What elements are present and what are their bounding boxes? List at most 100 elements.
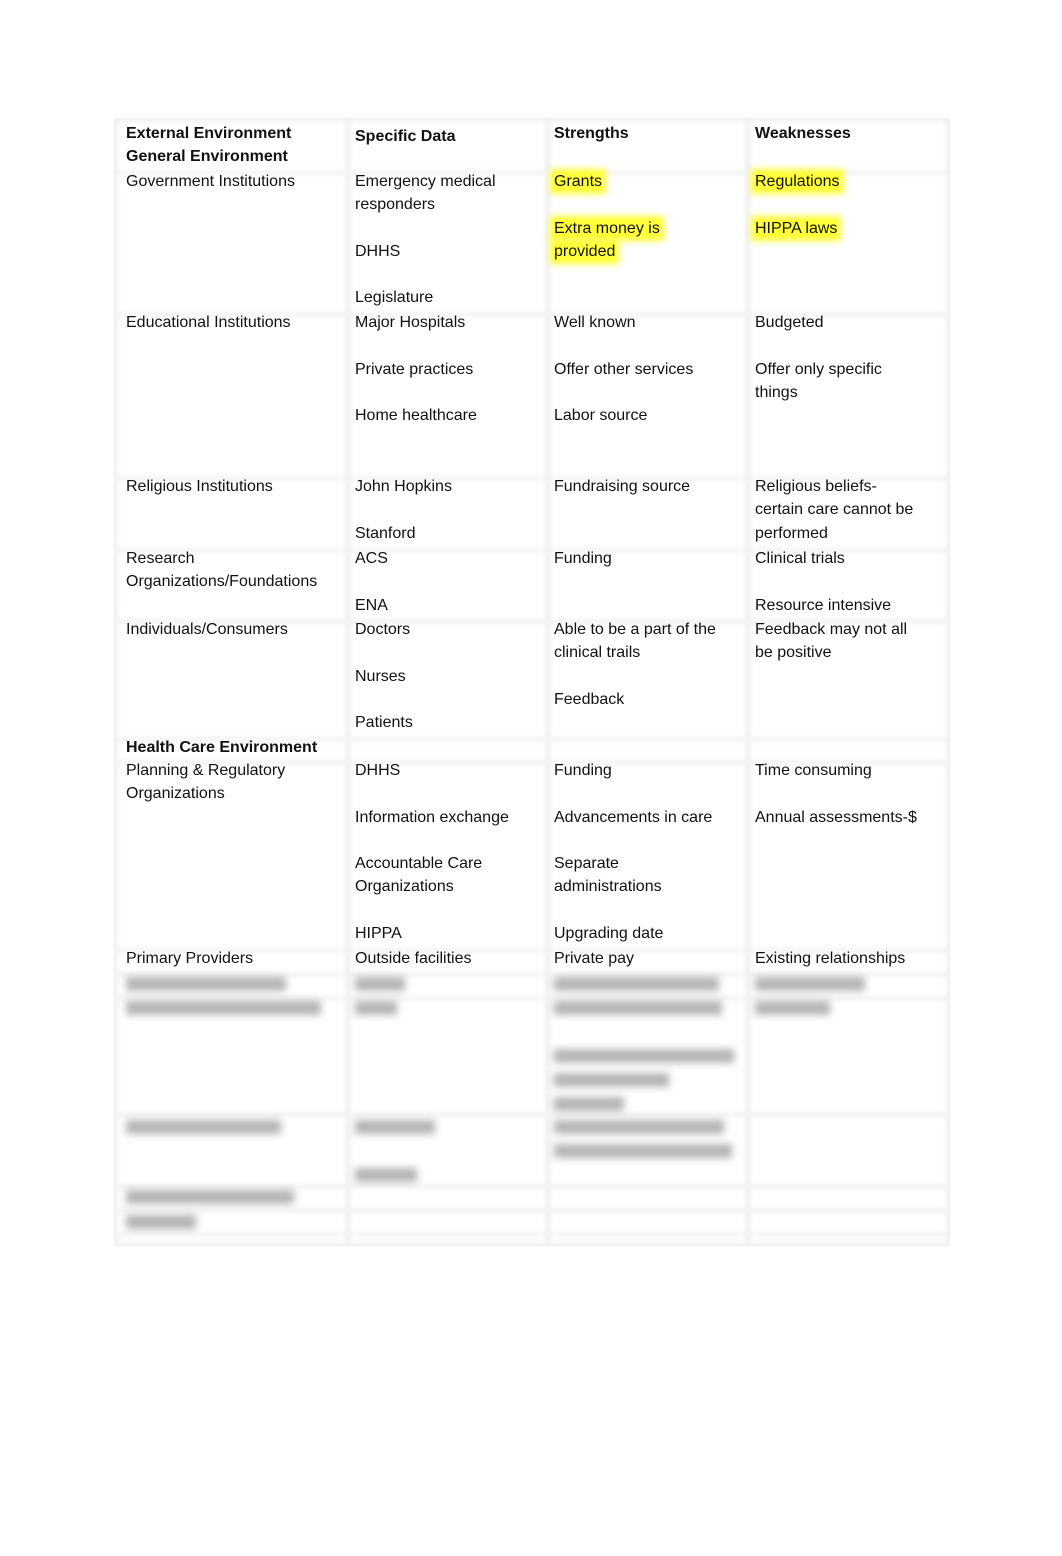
blurred-text <box>126 1190 294 1204</box>
cell-text: Fundraising source <box>554 478 691 495</box>
row-divider <box>114 1208 950 1213</box>
cell-text: Feedback may not all <box>755 621 908 638</box>
cell-paragraph: Accountable Care Organizations <box>355 852 509 899</box>
cell-text: Upgrading date <box>554 925 664 943</box>
cell-text: Home healthcare <box>355 407 477 425</box>
cell-text: Budgeted <box>755 314 824 331</box>
cell-text: Labor source <box>554 407 648 425</box>
cell-text: Legislature <box>355 289 434 307</box>
cell-text: Emergency medical <box>355 173 496 190</box>
table-cell-strengths: Funding Advancements in care Separate admin… <box>554 759 712 945</box>
cell-text: General Environment <box>126 148 288 166</box>
blurred-text <box>554 977 719 991</box>
table-cell-weaknesses: Regulations HIPPA laws <box>755 170 840 240</box>
row-divider <box>114 1184 950 1189</box>
cell-text: Well known <box>554 314 636 331</box>
blurred-text <box>554 1073 669 1087</box>
cell-paragraph: Offer only specific things <box>755 358 882 405</box>
table-cell-strengths: Well known Offer other services Labor sour… <box>554 311 693 427</box>
table-border <box>114 118 950 1246</box>
cell-paragraph: Clinical trials <box>755 547 891 570</box>
cell-text: Religious beliefs- <box>755 478 877 495</box>
cell-paragraph: Planning & Regulatory Organizations <box>126 759 285 806</box>
cell-text: Stanford <box>355 524 416 542</box>
cell-paragraph: Fundraising source <box>554 475 690 498</box>
table-cell-strengths: Grants Extra money is provided <box>554 170 660 263</box>
cell-text: Religious Institutions <box>126 478 273 495</box>
cell-paragraph: Private pay <box>554 947 634 970</box>
table-cell-specific-data: Outside facilities <box>355 947 472 970</box>
cell-paragraph: Regulations <box>755 170 840 193</box>
cell-paragraph: Patients <box>355 711 413 734</box>
cell-paragraph: Existing relationships <box>755 947 905 970</box>
cell-text: Primary Providers <box>126 950 254 967</box>
cell-paragraph: Emergency medical responders <box>355 170 496 217</box>
cell-text: Planning & Regulatory <box>126 762 286 779</box>
cell-paragraph: Budgeted <box>755 311 882 334</box>
blurred-text <box>554 1097 624 1111</box>
table-cell-category: Primary Providers <box>126 947 253 970</box>
cell-text: Government Institutions <box>126 173 295 190</box>
cell-text: Able to be a part of the <box>554 621 716 638</box>
cell-paragraph: Well known <box>554 311 693 334</box>
cell-paragraph: Religious Institutions <box>126 475 273 498</box>
table-cell-category: Individuals/Consumers <box>126 618 288 641</box>
cell-text: Offer only specific <box>755 360 882 378</box>
table-cell-specific-data: Major Hospitals Private practices Home hea… <box>355 311 477 427</box>
cell-paragraph: ENA <box>355 594 388 617</box>
cell-paragraph: Labor source <box>554 404 693 427</box>
cell-text: certain care cannot be <box>755 501 914 519</box>
cell-text: Individuals/Consumers <box>126 621 288 638</box>
cell-text: Separate <box>554 855 619 873</box>
table-cell-specific-data: Emergency medical responders DHHS Legislatu… <box>355 170 496 310</box>
blurred-text <box>554 1049 734 1063</box>
cell-paragraph: HIPPA <box>355 922 509 945</box>
table-cell-specific-data: John Hopkins Stanford <box>355 475 452 545</box>
cell-text: ACS <box>355 550 388 567</box>
cell-text: administrations <box>554 878 662 896</box>
table-cell-weaknesses: Existing relationships <box>755 947 905 970</box>
header-external-environment: External Environment General Environment <box>126 122 291 169</box>
blurred-text <box>755 1001 830 1015</box>
cell-paragraph: Research Organizations/Foundations <box>126 547 317 594</box>
cell-text: External Environment <box>126 125 292 142</box>
cell-paragraph: Nurses <box>355 665 413 688</box>
cell-paragraph: Resource intensive <box>755 594 891 617</box>
cell-text: Feedback <box>554 690 625 708</box>
table-cell-specific-data: Doctors Nurses Patients <box>355 618 413 734</box>
cell-text: DHHS <box>355 242 401 260</box>
blurred-text <box>755 977 865 991</box>
cell-text: clinical trails <box>554 644 641 662</box>
cell-text: Grants <box>554 173 603 190</box>
cell-text: Major Hospitals <box>355 314 466 331</box>
header-strengths: Strengths <box>554 122 629 145</box>
table-cell-strengths: Able to be a part of the clinical trails F… <box>554 618 716 711</box>
table-cell-category: Research Organizations/Foundations <box>126 547 317 594</box>
cell-paragraph: Stanford <box>355 522 452 545</box>
cell-text: Patients <box>355 714 413 732</box>
blurred-text <box>126 1120 281 1134</box>
column-divider <box>745 118 751 1246</box>
cell-text: be positive <box>755 644 832 662</box>
blurred-text <box>355 1168 417 1182</box>
cell-paragraph: Doctors <box>355 618 413 641</box>
table-cell-specific-data: ACS ENA <box>355 547 388 617</box>
cell-text: Research <box>126 550 195 567</box>
cell-text: Strengths <box>554 125 629 142</box>
cell-text: Specific Data <box>355 128 456 145</box>
table-cell-weaknesses: Budgeted Offer only specific things <box>755 311 882 404</box>
cell-text: ENA <box>355 596 388 614</box>
cell-text: Funding <box>554 550 612 567</box>
cell-text: Doctors <box>355 621 411 638</box>
cell-paragraph: Feedback may not all be positive <box>755 618 907 665</box>
cell-text: HIPPA laws <box>755 219 838 237</box>
cell-text: Accountable Care <box>355 855 483 873</box>
table-cell-strengths: Fundraising source <box>554 475 690 498</box>
cell-text: provided <box>554 242 616 260</box>
cell-text: Health Care Environment <box>126 739 318 756</box>
cell-paragraph: DHHS <box>355 240 496 263</box>
cell-paragraph: Feedback <box>554 688 716 711</box>
cell-text: Organizations <box>126 785 225 803</box>
cell-text: Private practices <box>355 360 474 378</box>
cell-paragraph: Funding <box>554 547 612 570</box>
